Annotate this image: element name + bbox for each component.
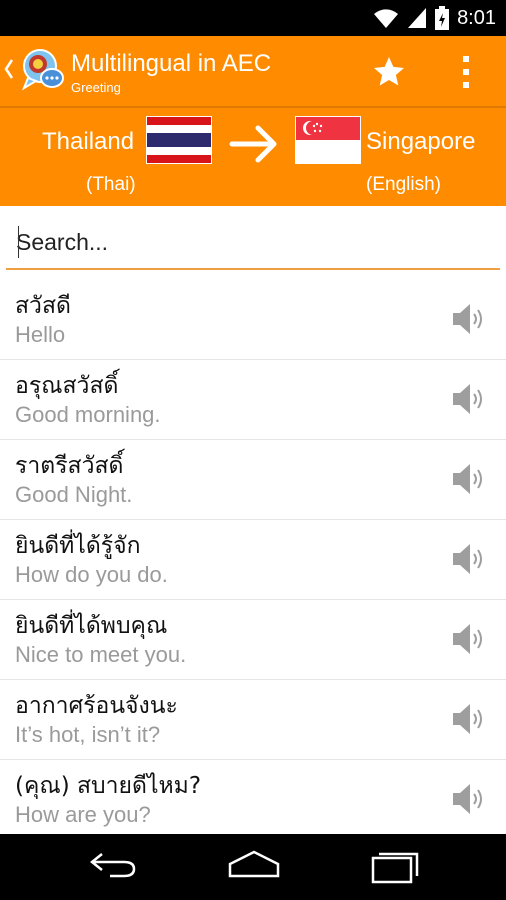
back-icon[interactable] xyxy=(88,848,140,882)
list-item[interactable]: อรุณสวัสดิ์ Good morning. xyxy=(0,360,506,440)
list-item[interactable]: อากาศร้อนจังนะ It’s hot, isn’t it? xyxy=(0,680,506,760)
target-country[interactable]: Singapore xyxy=(366,128,475,156)
back-chevron-icon[interactable] xyxy=(4,58,14,80)
text-cursor xyxy=(18,226,19,258)
target-language: (English) xyxy=(366,174,441,195)
star-icon[interactable] xyxy=(370,54,408,90)
app-logo-icon[interactable] xyxy=(18,46,66,94)
overflow-menu-icon[interactable] xyxy=(452,52,480,92)
english-translation: Good Night. xyxy=(15,482,133,507)
singapore-flag-icon[interactable] xyxy=(295,116,361,164)
phrase-list: สวัสดี Hello อรุณสวัสดิ์ Good morning. ร… xyxy=(0,280,506,840)
list-item[interactable]: ยินดีที่ได้รู้จัก How do you do. xyxy=(0,520,506,600)
list-item[interactable]: ราตรีสวัสดิ์ Good Night. xyxy=(0,440,506,520)
search-bar xyxy=(6,216,500,272)
thailand-flag-icon[interactable] xyxy=(146,116,212,164)
source-country[interactable]: Thailand xyxy=(42,128,134,156)
home-icon[interactable] xyxy=(226,848,282,882)
speaker-icon[interactable] xyxy=(448,300,488,338)
thai-phrase: (คุณ) สบายดีไหม? xyxy=(15,773,202,799)
thai-phrase: อากาศร้อนจังนะ xyxy=(15,693,178,719)
thai-phrase: ราตรีสวัสดิ์ xyxy=(15,453,124,479)
source-language: (Thai) xyxy=(86,174,136,195)
app-bar: Multilingual in AEC Greeting xyxy=(0,36,506,106)
english-translation: How are you? xyxy=(15,802,151,827)
speaker-icon[interactable] xyxy=(448,620,488,658)
app-title: Multilingual in AEC xyxy=(71,50,272,77)
thai-phrase: ยินดีที่ได้พบคุณ xyxy=(15,613,168,639)
language-selector: Thailand Singapore (Thai) (English) xyxy=(0,108,506,206)
thai-phrase: สวัสดี xyxy=(15,293,71,319)
navigation-bar xyxy=(0,834,506,900)
speaker-icon[interactable] xyxy=(448,540,488,578)
list-item[interactable]: (คุณ) สบายดีไหม? How are you? xyxy=(0,760,506,840)
thai-phrase: อรุณสวัสดิ์ xyxy=(15,373,119,399)
speaker-icon[interactable] xyxy=(448,780,488,818)
search-input[interactable] xyxy=(6,216,500,270)
arrow-right-icon xyxy=(229,125,277,163)
status-time: 8:01 xyxy=(457,6,496,29)
speaker-icon[interactable] xyxy=(448,460,488,498)
english-translation: Good morning. xyxy=(15,402,161,427)
signal-icon xyxy=(408,8,427,28)
thai-phrase: ยินดีที่ได้รู้จัก xyxy=(15,533,141,559)
speaker-icon[interactable] xyxy=(448,380,488,418)
english-translation: How do you do. xyxy=(15,562,168,587)
app-subtitle: Greeting xyxy=(71,80,121,95)
wifi-icon xyxy=(374,9,399,28)
status-bar: 8:01 xyxy=(0,0,506,36)
english-translation: Hello xyxy=(15,322,66,347)
list-item[interactable]: ยินดีที่ได้พบคุณ Nice to meet you. xyxy=(0,600,506,680)
recent-apps-icon[interactable] xyxy=(370,848,420,884)
english-translation: It’s hot, isn’t it? xyxy=(15,722,161,747)
english-translation: Nice to meet you. xyxy=(15,642,187,667)
speaker-icon[interactable] xyxy=(448,700,488,738)
battery-icon xyxy=(435,6,450,30)
list-item[interactable]: สวัสดี Hello xyxy=(0,280,506,360)
